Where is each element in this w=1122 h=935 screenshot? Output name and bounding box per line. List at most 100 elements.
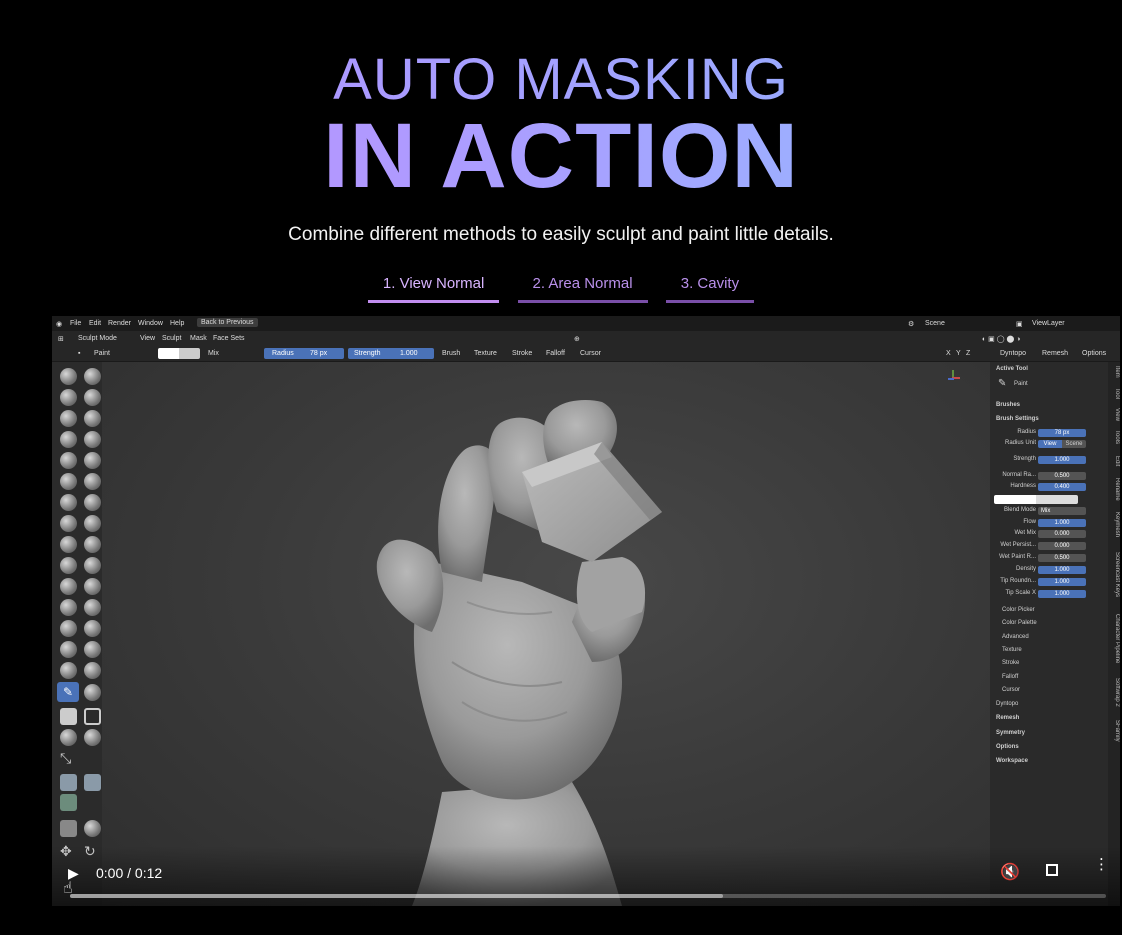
- brush-settings-header[interactable]: Brush Settings: [996, 416, 1039, 422]
- radius-unit-scene[interactable]: Scene: [1062, 440, 1086, 448]
- brushes-header[interactable]: Brushes: [996, 402, 1020, 408]
- menu-dyntopo[interactable]: Dyntopo: [1000, 350, 1026, 357]
- color-swatch[interactable]: [158, 348, 200, 359]
- slide-relax-brush-icon[interactable]: [60, 599, 77, 616]
- subpanel-cursor[interactable]: Cursor: [1002, 687, 1020, 693]
- multires-displacement-icon[interactable]: [60, 662, 77, 679]
- radius-unit-view[interactable]: View: [1038, 440, 1062, 448]
- menu-view[interactable]: View: [140, 335, 155, 342]
- subpanel-falloff[interactable]: Falloff: [1002, 674, 1018, 680]
- wet-mix-value[interactable]: 0.000: [1038, 530, 1086, 538]
- sidebar-tab-softwrap[interactable]: Softwrap 2: [1108, 678, 1120, 707]
- menu-face-sets[interactable]: Face Sets: [213, 335, 245, 342]
- wet-paint-radius-value[interactable]: 0.500: [1038, 554, 1086, 562]
- sidebar-tab-sfamily[interactable]: SFamily: [1108, 720, 1120, 742]
- smooth-brush-icon[interactable]: [84, 452, 101, 469]
- sidebar-tab-keymesh[interactable]: Keymesh: [1108, 512, 1120, 537]
- box-mask-icon[interactable]: [60, 708, 77, 725]
- elastic-deform-brush-icon[interactable]: [60, 536, 77, 553]
- blend-mode-value[interactable]: Mix: [1038, 507, 1086, 515]
- layer-brush-icon[interactable]: [84, 410, 101, 427]
- section-dyntopo[interactable]: Dyntopo: [996, 701, 1018, 707]
- menu-options[interactable]: Options: [1082, 350, 1106, 357]
- subpanel-color-palette[interactable]: Color Palette: [1002, 620, 1037, 626]
- fullscreen-icon[interactable]: [1046, 864, 1058, 876]
- symmetry-z[interactable]: Z: [966, 350, 970, 357]
- subpanel-texture[interactable]: Texture: [1002, 647, 1022, 653]
- section-options[interactable]: Options: [996, 744, 1019, 750]
- thumb-brush-icon[interactable]: [60, 557, 77, 574]
- active-tool-header[interactable]: Active Tool: [996, 366, 1028, 372]
- menu-cursor[interactable]: Cursor: [580, 350, 601, 357]
- mask-brush-icon[interactable]: [60, 641, 77, 658]
- wet-persistence-value[interactable]: 0.000: [1038, 542, 1086, 550]
- normal-radius-value[interactable]: 0.500: [1038, 472, 1086, 480]
- menu-remesh[interactable]: Remesh: [1042, 350, 1068, 357]
- snake-hook-brush-icon[interactable]: [84, 536, 101, 553]
- 3d-viewport[interactable]: [102, 362, 990, 906]
- sidebar-tab-screencast-keys[interactable]: Screencast Keys: [1108, 552, 1120, 597]
- viewlayer-name[interactable]: ViewLayer: [1032, 320, 1065, 327]
- back-to-previous-button[interactable]: Back to Previous: [197, 318, 258, 327]
- menu-brush[interactable]: Brush: [442, 350, 460, 357]
- sidebar-tab-tools[interactable]: Tools: [1108, 430, 1120, 444]
- menu-stroke[interactable]: Stroke: [512, 350, 532, 357]
- axis-gizmo-icon[interactable]: [946, 370, 960, 384]
- menu-file[interactable]: File: [70, 320, 81, 327]
- sidebar-tab-rename[interactable]: Rename: [1108, 478, 1120, 501]
- tab-view-normal[interactable]: 1. View Normal: [367, 272, 500, 303]
- section-symmetry[interactable]: Symmetry: [996, 730, 1025, 736]
- fill-brush-icon[interactable]: [84, 473, 101, 490]
- sidebar-tab-tool[interactable]: Tool: [1108, 388, 1120, 399]
- box-hide-icon[interactable]: [84, 708, 101, 725]
- flatten-brush-icon[interactable]: [60, 473, 77, 490]
- color-swatch[interactable]: [994, 495, 1078, 504]
- tip-scale-x-value[interactable]: 1.000: [1038, 590, 1086, 598]
- tab-area-normal[interactable]: 2. Area Normal: [517, 272, 648, 303]
- menu-window[interactable]: Window: [138, 320, 163, 327]
- mesh-filter-icon[interactable]: [60, 774, 77, 791]
- draw-brush-icon[interactable]: [60, 368, 77, 385]
- pinch-brush-icon[interactable]: [60, 515, 77, 532]
- tool-name[interactable]: Paint: [94, 350, 110, 357]
- menu-render[interactable]: Render: [108, 320, 131, 327]
- menu-mask[interactable]: Mask: [190, 335, 207, 342]
- hardness-value[interactable]: 0.400: [1038, 483, 1086, 491]
- sidebar-tab-edit[interactable]: Edit: [1108, 456, 1120, 466]
- tab-cavity[interactable]: 3. Cavity: [665, 272, 755, 303]
- clay-brush-icon[interactable]: [60, 389, 77, 406]
- clay-thumb-brush-icon[interactable]: [60, 410, 77, 427]
- box-trim-icon[interactable]: [84, 729, 101, 746]
- sidebar-tab-item[interactable]: Item: [1108, 366, 1120, 378]
- edit-face-set-icon[interactable]: [60, 820, 77, 837]
- mask-by-color-icon[interactable]: [84, 820, 101, 837]
- density-value[interactable]: 1.000: [1038, 566, 1086, 574]
- simplify-brush-icon[interactable]: [84, 620, 101, 637]
- sidebar-tab-view[interactable]: View: [1108, 408, 1120, 421]
- menu-help[interactable]: Help: [170, 320, 184, 327]
- smear-brush-icon[interactable]: [84, 684, 101, 701]
- mute-icon[interactable]: 🔇: [1000, 862, 1020, 882]
- blend-dropdown[interactable]: Mix: [208, 350, 219, 357]
- boundary-brush-icon[interactable]: [84, 599, 101, 616]
- flow-value[interactable]: 1.000: [1038, 519, 1086, 527]
- blob-brush-icon[interactable]: [84, 431, 101, 448]
- section-workspace[interactable]: Workspace: [996, 758, 1028, 764]
- crease-brush-icon[interactable]: [60, 452, 77, 469]
- sculpt-mode-dropdown[interactable]: Sculpt Mode: [78, 335, 117, 342]
- grab-brush-icon[interactable]: [84, 515, 101, 532]
- menu-sculpt[interactable]: Sculpt: [162, 335, 181, 342]
- clay-strips-brush-icon[interactable]: [84, 389, 101, 406]
- symmetry-x[interactable]: X: [946, 350, 951, 357]
- scene-name[interactable]: Scene: [925, 320, 945, 327]
- pivot-icon[interactable]: ⊕: [574, 335, 580, 343]
- draw-face-sets-brush-icon[interactable]: [84, 641, 101, 658]
- subpanel-advanced[interactable]: Advanced: [1002, 634, 1029, 640]
- color-filter-icon[interactable]: [60, 794, 77, 811]
- line-project-icon[interactable]: ⤡: [60, 750, 71, 767]
- video-progress-bar[interactable]: [70, 894, 1106, 898]
- more-options-icon[interactable]: ⋮: [1094, 857, 1109, 872]
- paint-brush-icon[interactable]: ✎: [57, 682, 79, 702]
- scrape-brush-icon[interactable]: [60, 494, 77, 511]
- subpanel-color-picker[interactable]: Color Picker: [1002, 607, 1035, 613]
